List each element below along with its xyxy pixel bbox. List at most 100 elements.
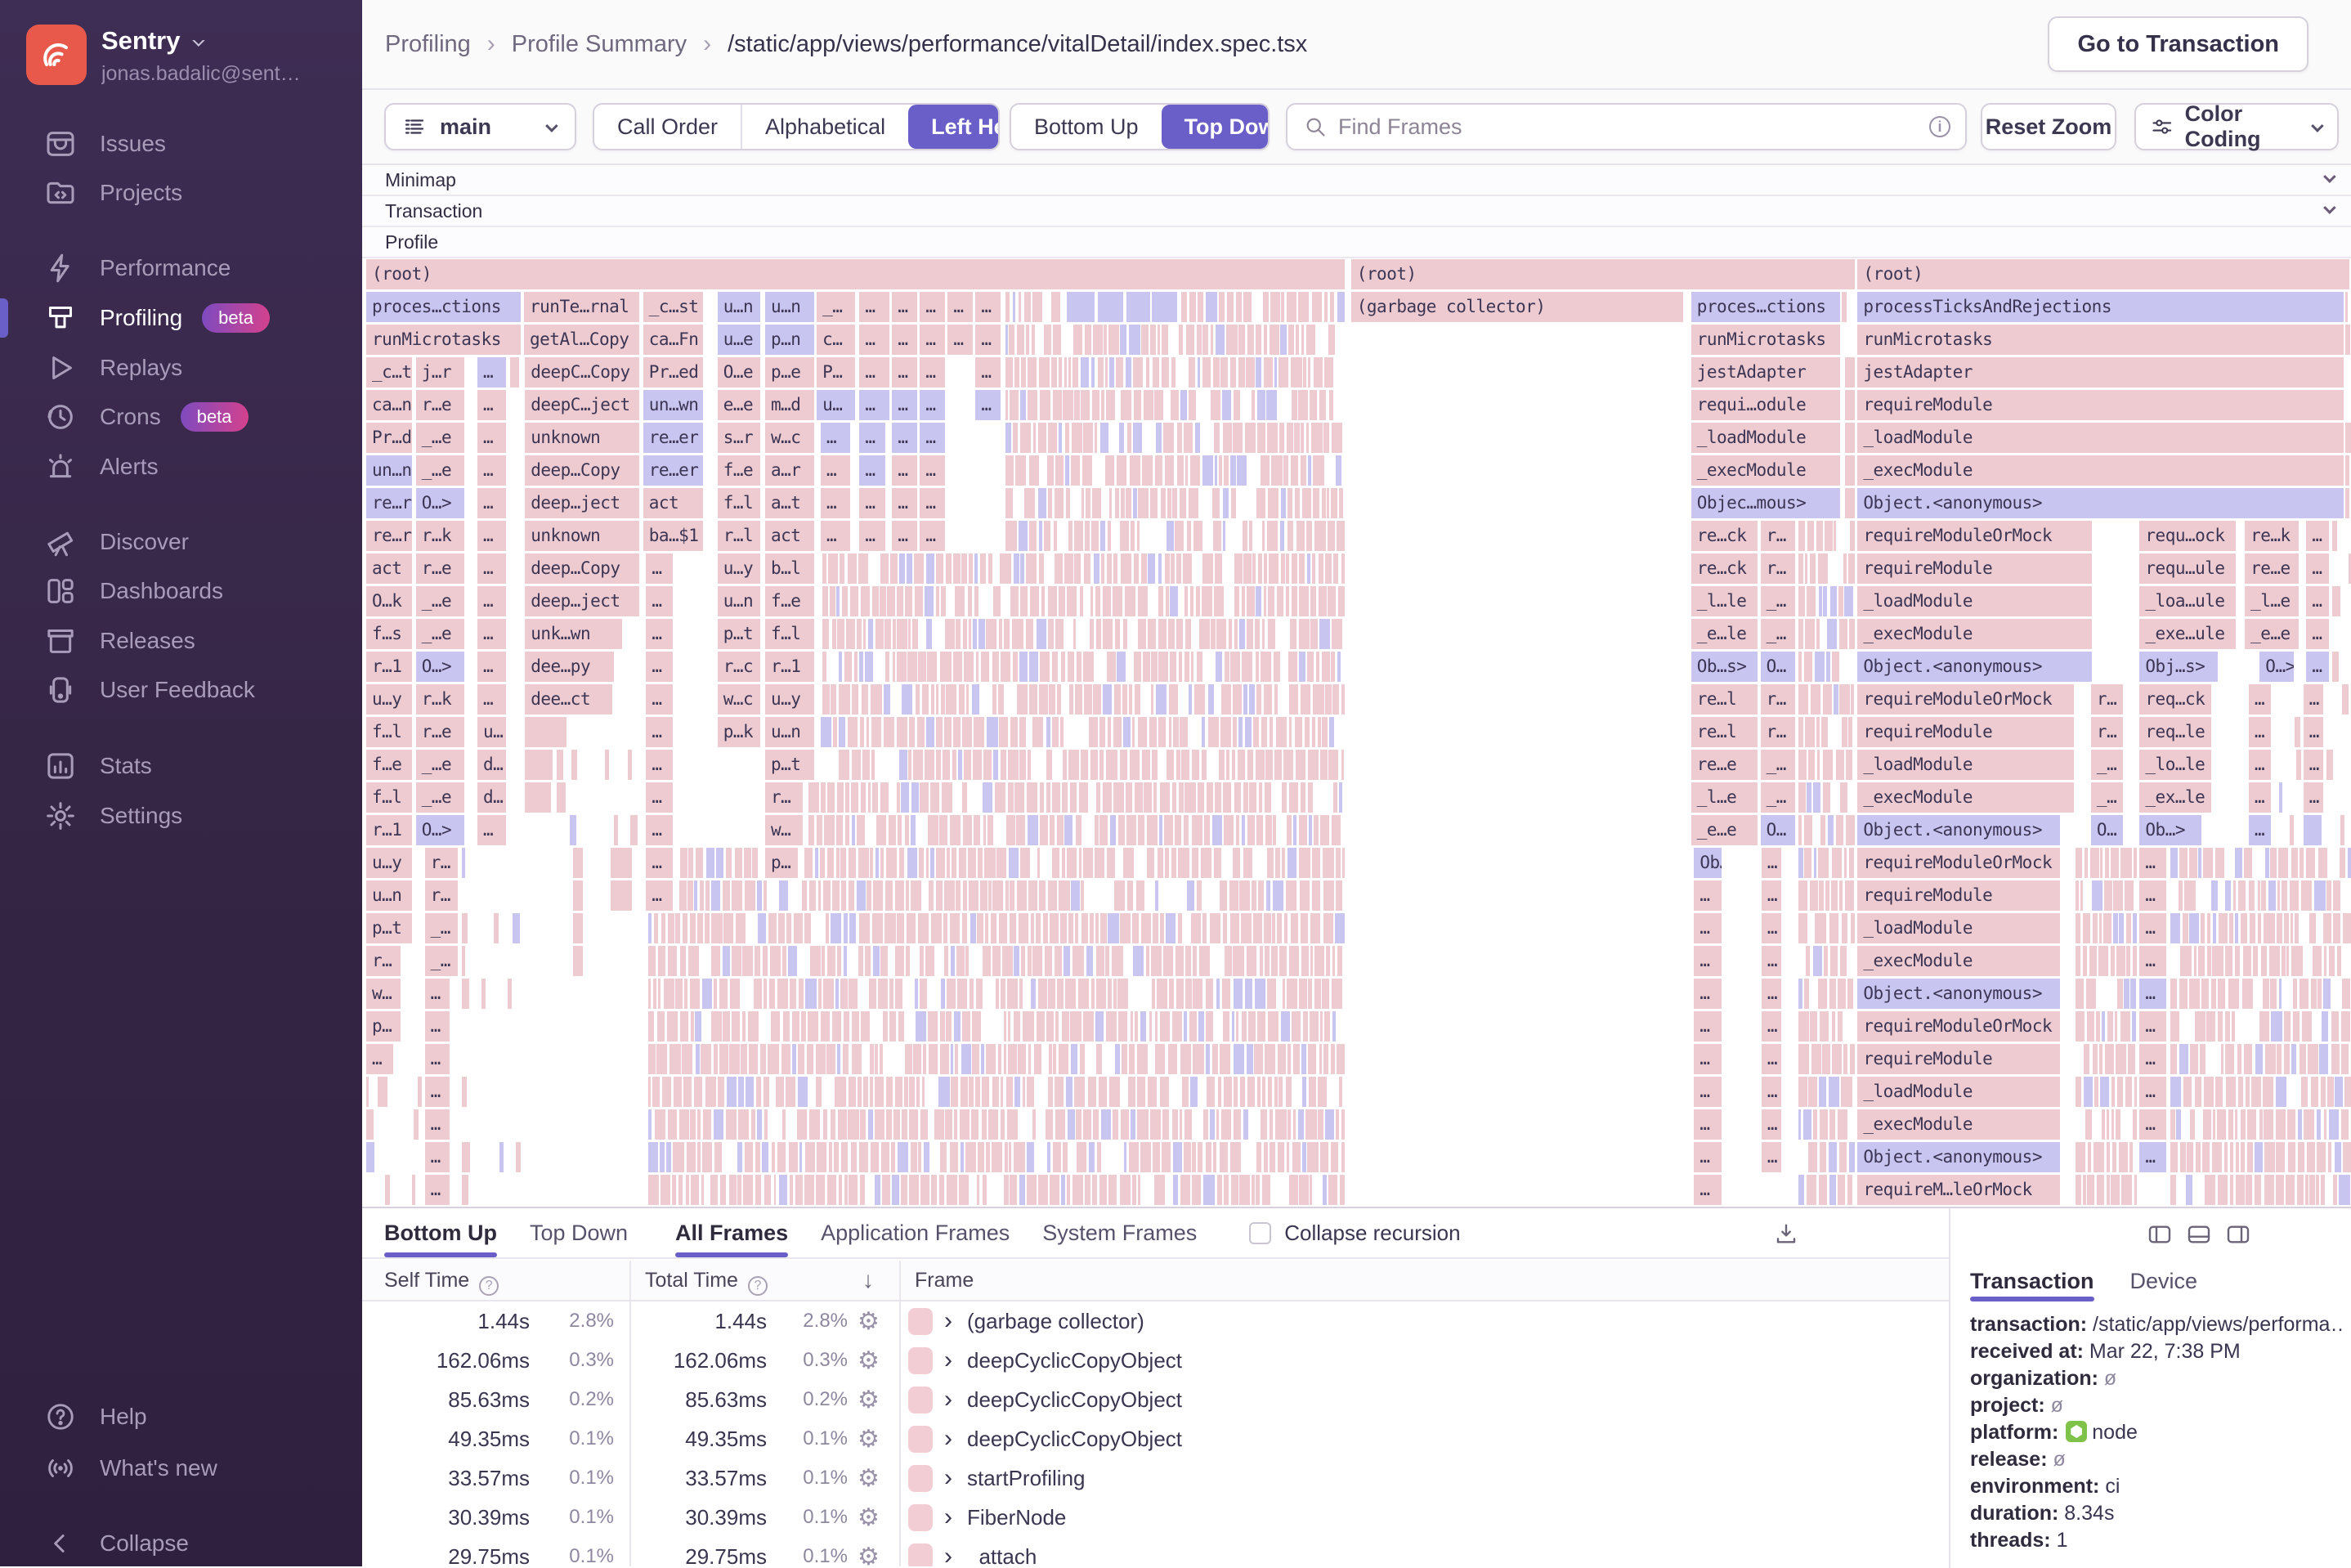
flame-cell[interactable] bbox=[2190, 1044, 2198, 1074]
flame-cell[interactable] bbox=[789, 1175, 793, 1205]
flame-cell[interactable] bbox=[1252, 1175, 1255, 1205]
flame-cell[interactable] bbox=[931, 913, 942, 943]
flame-cell[interactable]: … bbox=[859, 521, 885, 551]
flame-cell[interactable] bbox=[857, 880, 866, 911]
flame-cell[interactable] bbox=[850, 586, 859, 616]
table-row[interactable]: 1.44s 2.8% 1.44s 2.8% ⚙ › (garbage collector) bbox=[362, 1301, 1949, 1341]
flame-cell[interactable] bbox=[1164, 553, 1170, 584]
flame-cell[interactable]: _e…le bbox=[1690, 619, 1758, 649]
flame-cell[interactable] bbox=[1131, 521, 1135, 551]
flame-cell[interactable] bbox=[1193, 684, 1206, 715]
flame-cell[interactable] bbox=[806, 1044, 813, 1074]
flame-cell[interactable] bbox=[1019, 979, 1023, 1009]
flame-cell[interactable] bbox=[880, 553, 889, 584]
flame-cell[interactable] bbox=[1179, 325, 1184, 355]
flame-cell[interactable] bbox=[1192, 1142, 1196, 1172]
flame-cell[interactable]: … bbox=[424, 979, 450, 1009]
flame-cell[interactable] bbox=[461, 1077, 467, 1107]
flame-cell[interactable] bbox=[1330, 652, 1335, 682]
flame-cell[interactable] bbox=[1012, 292, 1016, 322]
flame-cell[interactable] bbox=[1026, 1077, 1035, 1107]
flame-cell[interactable] bbox=[1288, 1175, 1298, 1205]
flame-cell[interactable]: re…l bbox=[1690, 684, 1758, 715]
flame-cell[interactable]: runMicrotasks bbox=[1690, 325, 1840, 355]
flame-cell[interactable] bbox=[1279, 946, 1287, 976]
flame-cell[interactable] bbox=[816, 1142, 826, 1172]
flame-cell[interactable] bbox=[1835, 815, 1844, 845]
expand-chevron-icon[interactable]: › bbox=[944, 1458, 952, 1498]
flame-cell[interactable]: d… bbox=[477, 750, 507, 780]
flame-cell[interactable] bbox=[1068, 750, 1080, 780]
flame-cell[interactable] bbox=[2322, 1011, 2329, 1042]
flame-cell[interactable] bbox=[859, 652, 863, 682]
flame-cell[interactable] bbox=[1320, 815, 1329, 845]
flame-cell[interactable] bbox=[1137, 717, 1148, 747]
flame-cell[interactable] bbox=[714, 979, 718, 1009]
flame-cell[interactable] bbox=[1287, 488, 1293, 518]
flame-cell[interactable] bbox=[2308, 913, 2316, 943]
flame-cell[interactable] bbox=[1099, 913, 1107, 943]
flame-cell[interactable] bbox=[1201, 848, 1211, 878]
flame-cell[interactable] bbox=[1265, 1044, 1275, 1074]
flame-cell[interactable] bbox=[1130, 1011, 1134, 1042]
flame-cell[interactable] bbox=[1172, 1175, 1179, 1205]
flame-cell[interactable] bbox=[1211, 619, 1216, 649]
flame-cell[interactable] bbox=[1163, 423, 1175, 453]
flame-cell[interactable] bbox=[2348, 848, 2351, 878]
flame-cell[interactable] bbox=[1020, 553, 1024, 584]
flame-cell[interactable] bbox=[1804, 979, 1809, 1009]
flame-cell[interactable] bbox=[2230, 1175, 2234, 1205]
gear-icon[interactable]: ⚙ bbox=[858, 1458, 880, 1498]
flame-cell[interactable] bbox=[913, 553, 925, 584]
flame-cell[interactable] bbox=[1100, 1109, 1112, 1140]
flame-cell[interactable] bbox=[1337, 652, 1341, 682]
flame-cell[interactable] bbox=[1120, 325, 1126, 355]
flame-cell[interactable]: dee…ct bbox=[525, 684, 613, 715]
flame-cell[interactable] bbox=[1234, 782, 1241, 813]
flame-cell[interactable]: … bbox=[424, 1077, 450, 1107]
flame-cell[interactable]: f…l bbox=[765, 619, 814, 649]
flame-cell[interactable]: … bbox=[646, 684, 674, 715]
flame-cell[interactable] bbox=[1257, 390, 1265, 420]
flame-cell[interactable] bbox=[1331, 1044, 1336, 1074]
flame-cell[interactable]: … bbox=[892, 325, 917, 355]
flame-cell[interactable] bbox=[572, 880, 583, 911]
flame-cell[interactable] bbox=[726, 1077, 737, 1107]
flame-cell[interactable] bbox=[571, 750, 577, 780]
flame-cell[interactable] bbox=[1333, 553, 1339, 584]
flame-cell[interactable] bbox=[1154, 1011, 1158, 1042]
flame-cell[interactable] bbox=[835, 848, 840, 878]
flame-cell[interactable] bbox=[686, 1142, 696, 1172]
flame-cell[interactable] bbox=[1031, 325, 1036, 355]
flame-cell[interactable] bbox=[1216, 979, 1220, 1009]
flame-cell[interactable] bbox=[647, 1109, 652, 1140]
flame-cell[interactable]: … bbox=[947, 325, 973, 355]
flame-cell[interactable] bbox=[1845, 880, 1855, 911]
flame-cell[interactable] bbox=[705, 848, 714, 878]
flame-cell[interactable] bbox=[1009, 1142, 1012, 1172]
flame-cell[interactable] bbox=[776, 1077, 785, 1107]
flame-cell[interactable] bbox=[971, 1011, 981, 1042]
sidebar-item-projects[interactable]: Projects bbox=[0, 170, 362, 216]
flame-cell[interactable]: getAl…Copy bbox=[524, 325, 639, 355]
flame-cell[interactable]: P… bbox=[817, 357, 856, 388]
flame-cell[interactable] bbox=[935, 848, 946, 878]
flame-cell[interactable] bbox=[1184, 1142, 1191, 1172]
flame-cell[interactable] bbox=[896, 652, 907, 682]
flame-cell[interactable] bbox=[938, 1077, 950, 1107]
flame-cell[interactable] bbox=[1268, 488, 1278, 518]
flame-cell[interactable] bbox=[1798, 848, 1803, 878]
flame-cell[interactable]: requireModuleOrMock bbox=[1857, 521, 2092, 551]
flame-cell[interactable] bbox=[461, 1175, 468, 1205]
flame-cell[interactable] bbox=[991, 1142, 1002, 1172]
strip-minimap[interactable]: Minimap bbox=[362, 165, 2351, 196]
flame-cell[interactable] bbox=[1099, 1175, 1107, 1205]
col-frame[interactable]: Frame bbox=[915, 1269, 974, 1292]
flame-cell[interactable] bbox=[1189, 586, 1193, 616]
flame-cell[interactable] bbox=[1293, 815, 1297, 845]
flame-cell[interactable] bbox=[2134, 1175, 2137, 1205]
flame-cell[interactable] bbox=[690, 979, 700, 1009]
flame-cell[interactable] bbox=[1065, 979, 1077, 1009]
flame-cell[interactable] bbox=[1183, 1011, 1187, 1042]
flame-cell[interactable] bbox=[831, 913, 842, 943]
